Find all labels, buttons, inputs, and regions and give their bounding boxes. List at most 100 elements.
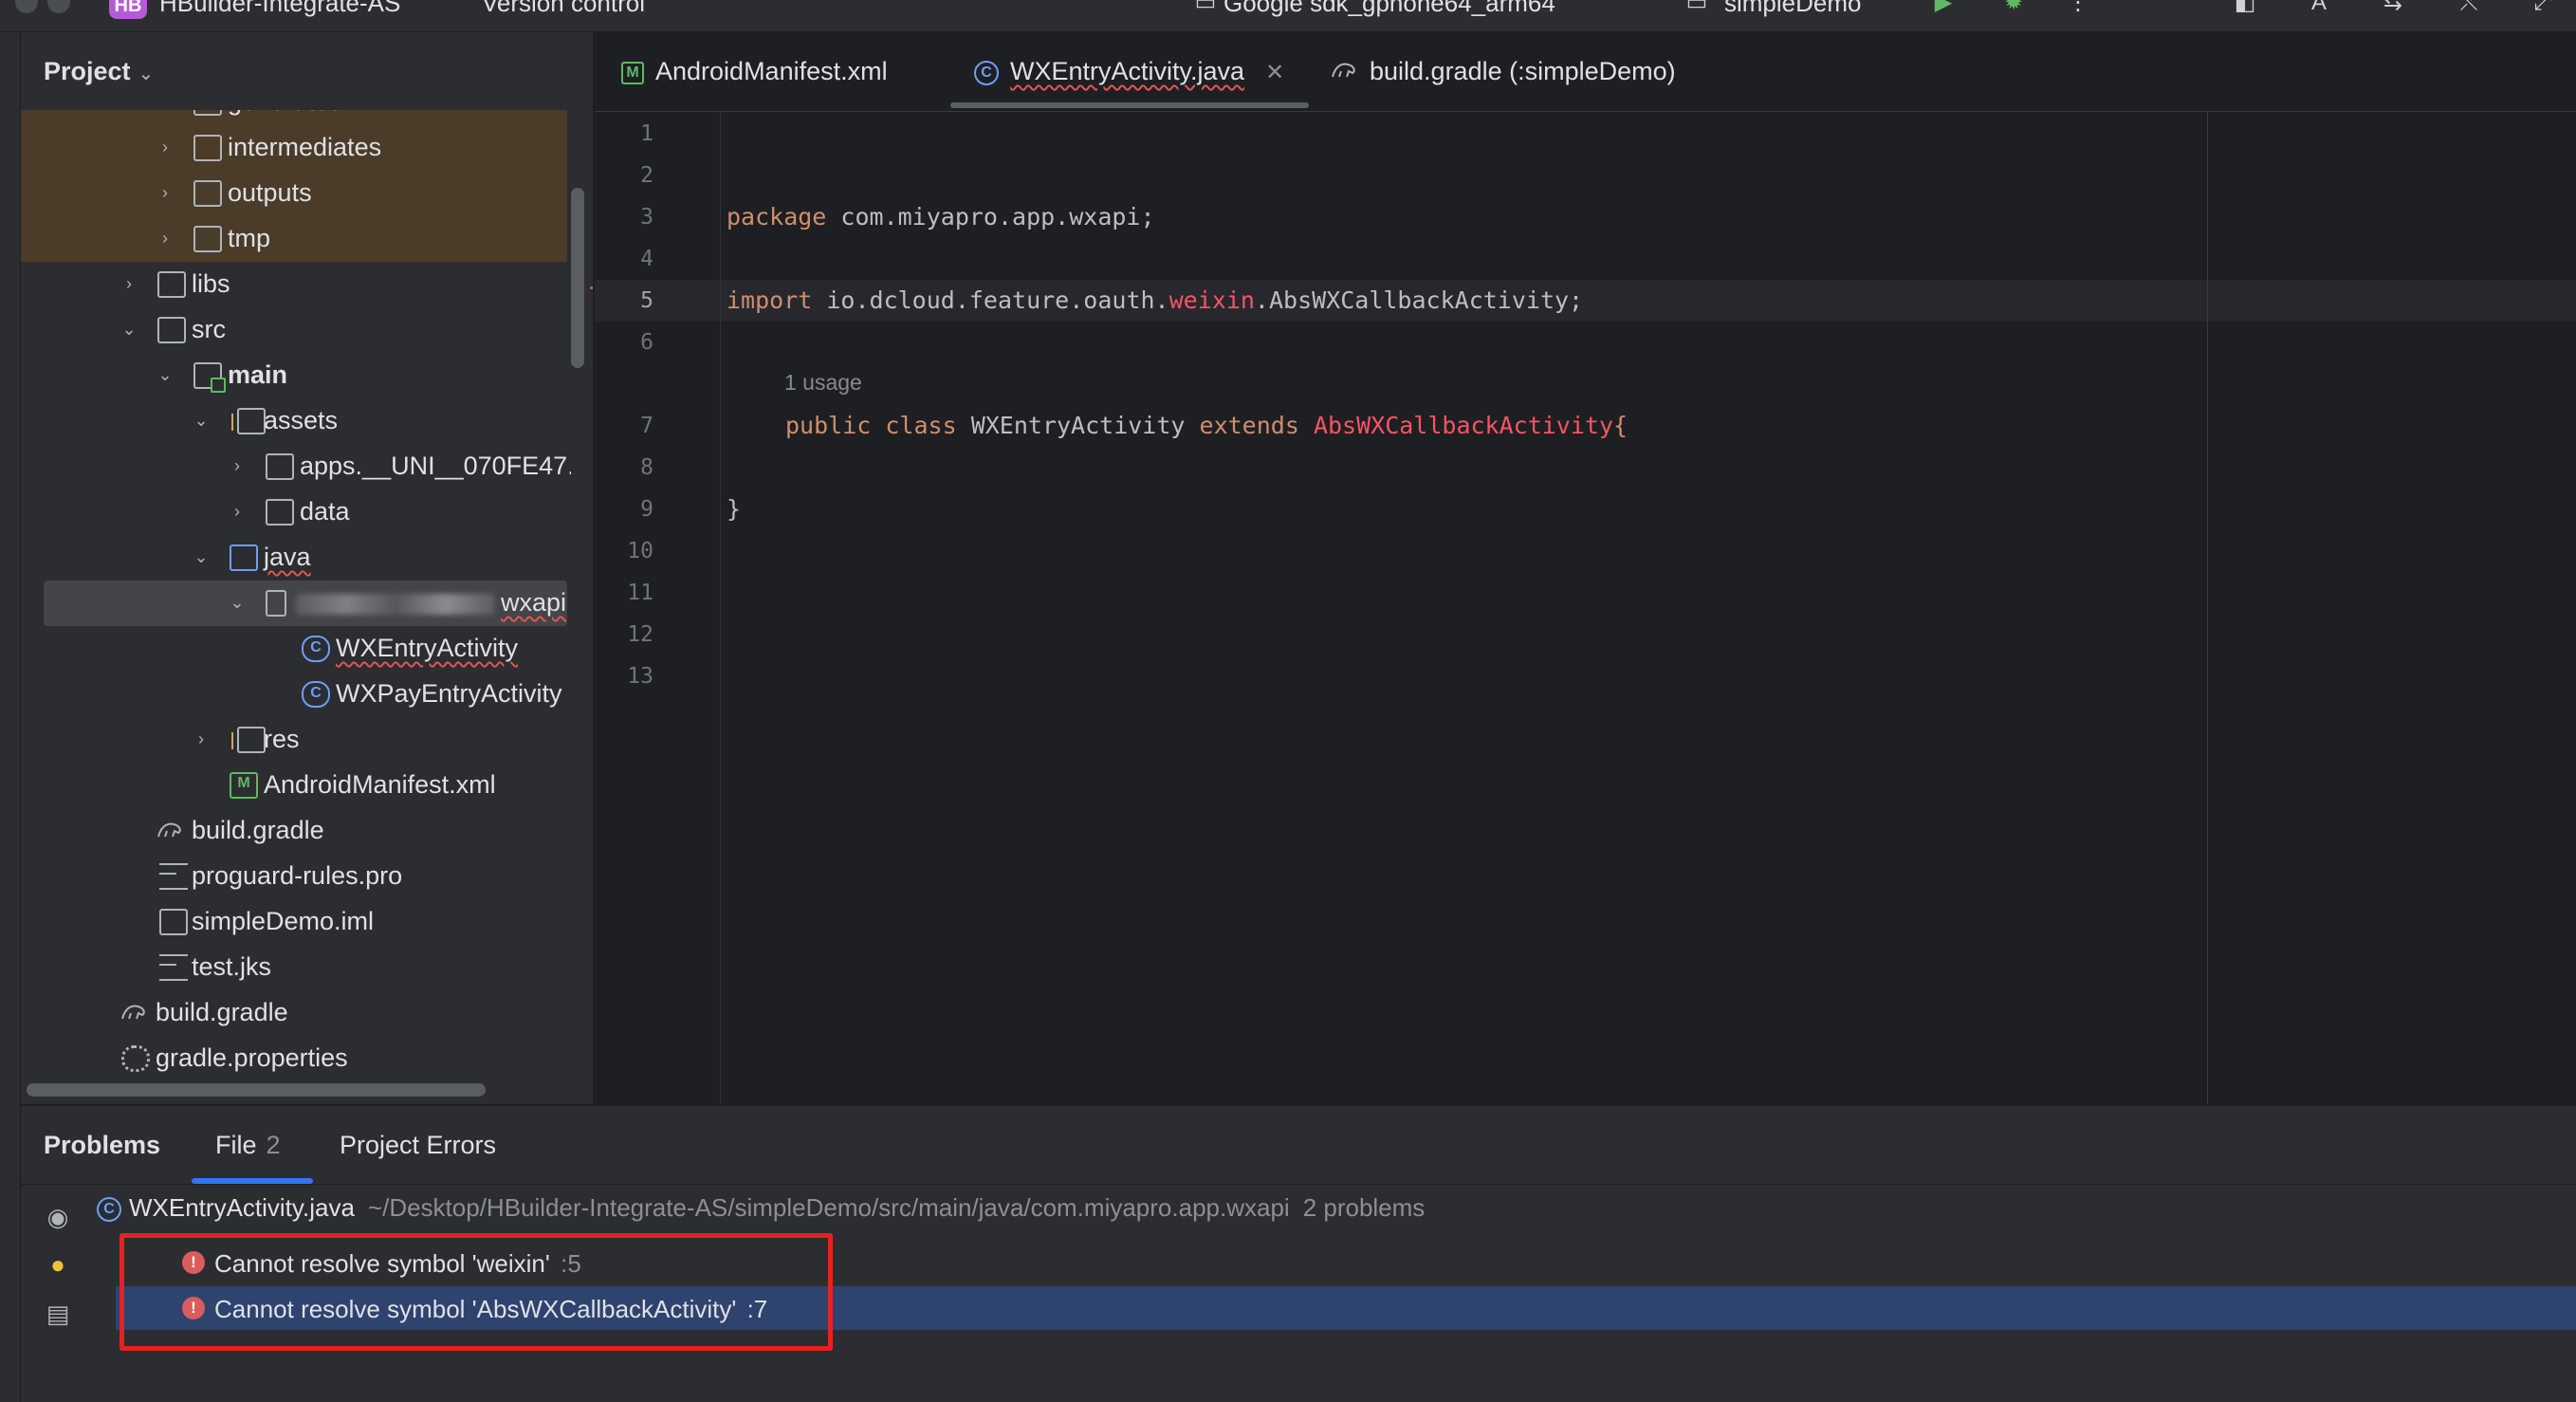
tree-item-intermediates[interactable]: › intermediates [21,125,567,171]
problem-count: 2 [266,1131,281,1159]
tab-file[interactable]: File 2 [215,1131,281,1160]
device-mirror-icon[interactable]: ⤬ [2455,0,2483,19]
class-icon: C [302,636,330,662]
folder-icon [193,110,222,116]
tree-item-wxentryactivity[interactable]: C WXEntryActivity [21,626,571,672]
unresolved-symbol: weixin [1168,286,1255,314]
tab-label: build.gradle (:simpleDemo) [1370,57,1676,85]
file-path: ~/Desktop/HBuilder-Integrate-AS/simpleDe… [367,1193,1290,1222]
tab-project-errors[interactable]: Project Errors [340,1131,496,1160]
tree-item-wxapi-package[interactable]: ⌄ wxapi [44,581,567,626]
tab-androidmanifest[interactable]: M AndroidManifest.xml [621,57,888,86]
tab-wxentryactivity[interactable]: C WXEntryActivity.java ✕ [974,57,1284,86]
vcs-menu[interactable]: Version control [482,0,645,18]
chevron-right-icon[interactable]: › [156,137,175,157]
tree-item-label: gradle.properties [156,1043,348,1072]
tree-item-main[interactable]: ⌄ main [21,353,571,398]
tree-item-java[interactable]: ⌄ java [21,535,571,581]
chevron-right-icon[interactable]: › [192,729,211,749]
tree-item-apps[interactable]: › apps.__UNI__070FE47. [21,444,571,489]
preview-icon[interactable]: ▤ [42,1300,74,1328]
project-title: Project [44,57,131,85]
code-line-import: import io.dcloud.feature.oauth.weixin.Ab… [727,286,1584,314]
chevron-right-icon[interactable]: › [156,182,175,203]
tree-item-label: java [264,543,311,571]
file-problem-count: 2 problems [1302,1193,1426,1222]
tree-item-label: outputs [228,178,312,207]
line-number: 11 [627,581,653,605]
left-tool-stripe [0,32,21,1402]
run-icon[interactable]: ▶ [1929,0,1958,19]
chevron-down-icon[interactable]: ⌄ [120,319,138,340]
chevron-down-icon[interactable]: ⌄ [156,364,175,385]
java-source-folder-icon [230,544,258,571]
tree-item-src[interactable]: ⌄ src [21,307,571,353]
chevron-right-icon[interactable]: › [156,110,175,112]
tree-horizontal-scrollbar[interactable] [27,1083,486,1097]
window-minimize-button[interactable] [47,0,70,13]
device-manager-icon[interactable]: ⤢ [2529,0,2557,19]
tree-item-iml[interactable]: simpleDemo.iml [21,899,571,945]
usage-hint[interactable]: 1 usage [784,370,862,396]
tree-item-label: res [264,725,300,753]
tree-item-build-gradle-module[interactable]: build.gradle [21,808,571,854]
problem-file-row[interactable]: C WXEntryActivity.java ~/Desktop/HBuilder-… [97,1193,1425,1237]
sync-icon[interactable]: ⇆ [2379,0,2407,19]
project-name-menu[interactable]: HBuilder-Integrate-AS [159,0,400,18]
chevron-right-icon[interactable]: › [156,228,175,249]
chevron-down-icon[interactable]: ⌄ [192,546,211,567]
tree-item-proguard[interactable]: proguard-rules.pro [21,854,571,899]
tree-item-androidmanifest[interactable]: M AndroidManifest.xml [21,763,571,808]
tree-item-label: apps.__UNI__070FE47. [300,452,571,480]
class-icon: C [97,1197,121,1223]
tree-item-test-jks[interactable]: test.jks [21,945,571,990]
tree-item-wxpayentryactivity[interactable]: C WXPayEntryActivity [21,672,571,717]
tab-build-gradle[interactable]: build.gradle (:simpleDemo) [1330,57,1676,87]
chevron-down-icon[interactable]: ⌄ [192,410,211,431]
tree-item-res[interactable]: › res [21,717,571,763]
more-actions-icon[interactable]: ⋮ [2064,0,2092,19]
line-number: 4 [640,247,653,271]
tree-item-tmp[interactable]: › tmp [21,216,567,262]
translate-icon[interactable]: A [2305,0,2333,19]
tree-item-libs[interactable]: › libs [21,262,571,307]
device-selector[interactable]: Google sdk_gphone64_arm64 [1224,0,1555,18]
tree-item-gradle-properties[interactable]: gradle.properties [21,1036,571,1081]
folder-icon [266,453,294,480]
window-close-button[interactable] [15,0,38,13]
tree-item-data[interactable]: › data [21,489,571,535]
tree-item-generated[interactable]: › generated [21,110,567,125]
code-editor[interactable]: 1 2 3 4 5 6 7 8 9 10 11 12 13 package co… [595,112,2576,1104]
tree-vertical-scrollbar[interactable] [571,188,584,368]
unresolved-symbol: AbsWXCallbackActivity [1313,412,1614,439]
class-icon: C [974,60,999,85]
tree-item-outputs[interactable]: › outputs [21,171,567,216]
chevron-right-icon[interactable]: › [120,273,138,294]
tree-item-label: proguard-rules.pro [192,861,403,890]
project-logo[interactable]: HB [109,0,147,19]
res-folder-icon [231,727,266,753]
chevron-right-icon[interactable]: › [228,501,247,522]
tree-item-build-gradle-root[interactable]: build.gradle [21,990,571,1036]
problems-title: Problems [44,1131,161,1159]
project-view-selector[interactable]: Project ⌄ [44,57,154,86]
line-number: 13 [627,664,653,689]
line-number: 1 [640,121,653,146]
chevron-right-icon[interactable]: › [228,455,247,476]
run-config-selector[interactable]: simpleDemo [1724,0,1862,18]
close-icon[interactable]: ✕ [1265,60,1284,85]
tree-item-label: libs [192,269,230,298]
chevron-down-icon[interactable]: ⌄ [228,592,247,613]
tree-item-assets[interactable]: ⌄ assets [21,398,571,444]
line-number: 8 [640,455,653,480]
tree-item-label: WXEntryActivity [336,634,519,662]
gradle-icon [1330,58,1358,87]
lightbulb-icon[interactable]: ● [42,1250,74,1279]
debug-icon[interactable]: ✹ [1999,0,2028,19]
tree-item-label: AndroidManifest.xml [264,770,496,799]
line-number: 2 [640,163,653,188]
error-marker [590,286,593,289]
profiler-icon[interactable]: ◧ [2231,0,2259,19]
eye-icon[interactable]: ◉ [42,1203,74,1231]
manifest-icon: M [621,61,644,84]
